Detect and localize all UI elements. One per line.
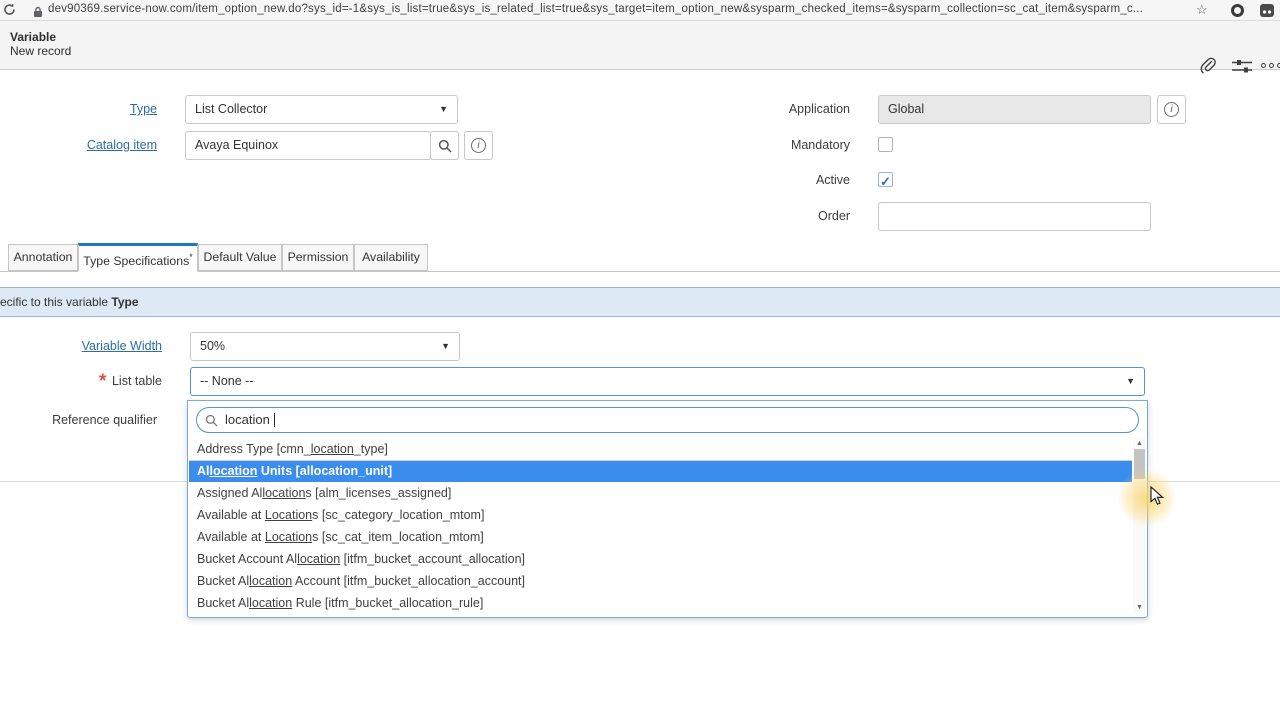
- tab-default-value[interactable]: Default Value: [198, 244, 282, 271]
- mandatory-label: Mandatory: [790, 138, 850, 152]
- info-icon: i: [471, 138, 486, 153]
- personalize-form-sliders-icon[interactable]: [1232, 59, 1252, 79]
- list-table-value: -- None --: [200, 374, 254, 388]
- application-value: Global: [888, 102, 925, 116]
- bookmark-star-icon[interactable]: ☆: [1196, 2, 1208, 18]
- catalog-item-info-button[interactable]: i: [464, 131, 493, 160]
- catalog-item-value: Avaya Equinox: [195, 138, 279, 152]
- reference-qualifier-label: Reference qualifier: [52, 413, 157, 427]
- screen: dev90369.service-now.com/item_option_new…: [0, 0, 1280, 720]
- form-header: Variable New record: [0, 21, 1280, 74]
- order-label: Order: [818, 209, 850, 223]
- extension-circle-icon[interactable]: [1231, 4, 1244, 22]
- section-info-bar: ecific to this variable Type: [0, 287, 1280, 317]
- variable-width-select[interactable]: 50% ▼: [190, 332, 460, 361]
- mouse-cursor-icon: [1150, 485, 1166, 511]
- dropdown-item[interactable]: Available at Locations [sc_cat_item_loca…: [189, 526, 1132, 548]
- mandatory-checkbox[interactable]: [878, 137, 893, 152]
- dropdown-item[interactable]: Bucket Allocation Rule [itfm_bucket_allo…: [189, 592, 1132, 614]
- dropdown-results-list: Address Type [cmn_location_type] Allocati…: [189, 438, 1132, 614]
- attachment-paperclip-icon[interactable]: [1199, 57, 1217, 80]
- dropdown-item[interactable]: Allocation Units [allocation_unit]: [189, 460, 1132, 482]
- tab-availability[interactable]: Availability: [354, 244, 428, 271]
- list-table-dropdown: location Address Type [cmn_location_type…: [187, 400, 1148, 618]
- chevron-down-icon: ▼: [441, 341, 450, 351]
- dropdown-item[interactable]: Bucket Allocation Account [itfm_bucket_a…: [189, 570, 1132, 592]
- scroll-down-icon[interactable]: ▼: [1133, 602, 1146, 614]
- dropdown-item[interactable]: Assigned Allocations [alm_licenses_assig…: [189, 482, 1132, 504]
- search-icon: [205, 414, 218, 427]
- list-table-label: List table: [111, 374, 162, 388]
- active-checkbox[interactable]: ✓: [878, 172, 893, 189]
- catalog-item-label[interactable]: Catalog item: [20, 138, 157, 152]
- chevron-down-icon: ▼: [439, 104, 448, 114]
- browser-address-bar: dev90369.service-now.com/item_option_new…: [0, 0, 1280, 21]
- type-label[interactable]: Type: [20, 102, 157, 116]
- variable-width-label[interactable]: Variable Width: [30, 339, 162, 353]
- active-label: Active: [815, 173, 850, 187]
- chevron-down-icon: ▼: [1126, 376, 1135, 386]
- dropdown-search-value: location: [225, 412, 270, 427]
- dropdown-item[interactable]: Available at Locations [sc_category_loca…: [189, 504, 1132, 526]
- tab-modified-mark: *: [189, 252, 193, 262]
- url-text[interactable]: dev90369.service-now.com/item_option_new…: [48, 3, 1143, 15]
- page-subtitle: New record: [10, 44, 72, 58]
- search-icon: [438, 139, 452, 153]
- dropdown-item[interactable]: Address Type [cmn_location_type]: [189, 438, 1132, 460]
- reload-icon[interactable]: [3, 3, 16, 21]
- catalog-item-input[interactable]: Avaya Equinox: [185, 131, 431, 160]
- more-actions-icon[interactable]: [1261, 63, 1280, 68]
- tab-permission[interactable]: Permission: [282, 244, 354, 271]
- section-bar-bold-text: Type: [111, 295, 139, 309]
- extension-box-icon[interactable]: [1260, 4, 1274, 22]
- tab-type-specifications[interactable]: Type Specifications*: [78, 243, 198, 272]
- list-table-select[interactable]: -- None -- ▼: [190, 367, 1145, 396]
- application-info-button[interactable]: i: [1157, 95, 1186, 124]
- application-field: Global: [878, 95, 1151, 124]
- type-select[interactable]: List Collector ▼: [185, 95, 458, 124]
- dropdown-item[interactable]: Bucket Account Allocation [itfm_bucket_a…: [189, 548, 1132, 570]
- catalog-item-lookup-button[interactable]: [430, 131, 459, 160]
- dropdown-scrollbar[interactable]: ▲ ▼: [1133, 438, 1146, 614]
- scrollbar-thumb[interactable]: [1134, 449, 1145, 479]
- application-label: Application: [788, 102, 850, 116]
- type-select-value: List Collector: [195, 102, 268, 116]
- info-icon: i: [1164, 102, 1179, 117]
- page-title: Variable: [10, 30, 57, 44]
- order-input[interactable]: [878, 202, 1151, 231]
- text-cursor: [274, 413, 275, 427]
- dropdown-search-input[interactable]: location: [196, 407, 1139, 433]
- section-bar-text: ecific to this variable: [0, 295, 112, 309]
- tab-annotation[interactable]: Annotation: [8, 244, 78, 271]
- checkmark-icon: ✓: [880, 174, 891, 189]
- variable-width-value: 50%: [200, 339, 226, 353]
